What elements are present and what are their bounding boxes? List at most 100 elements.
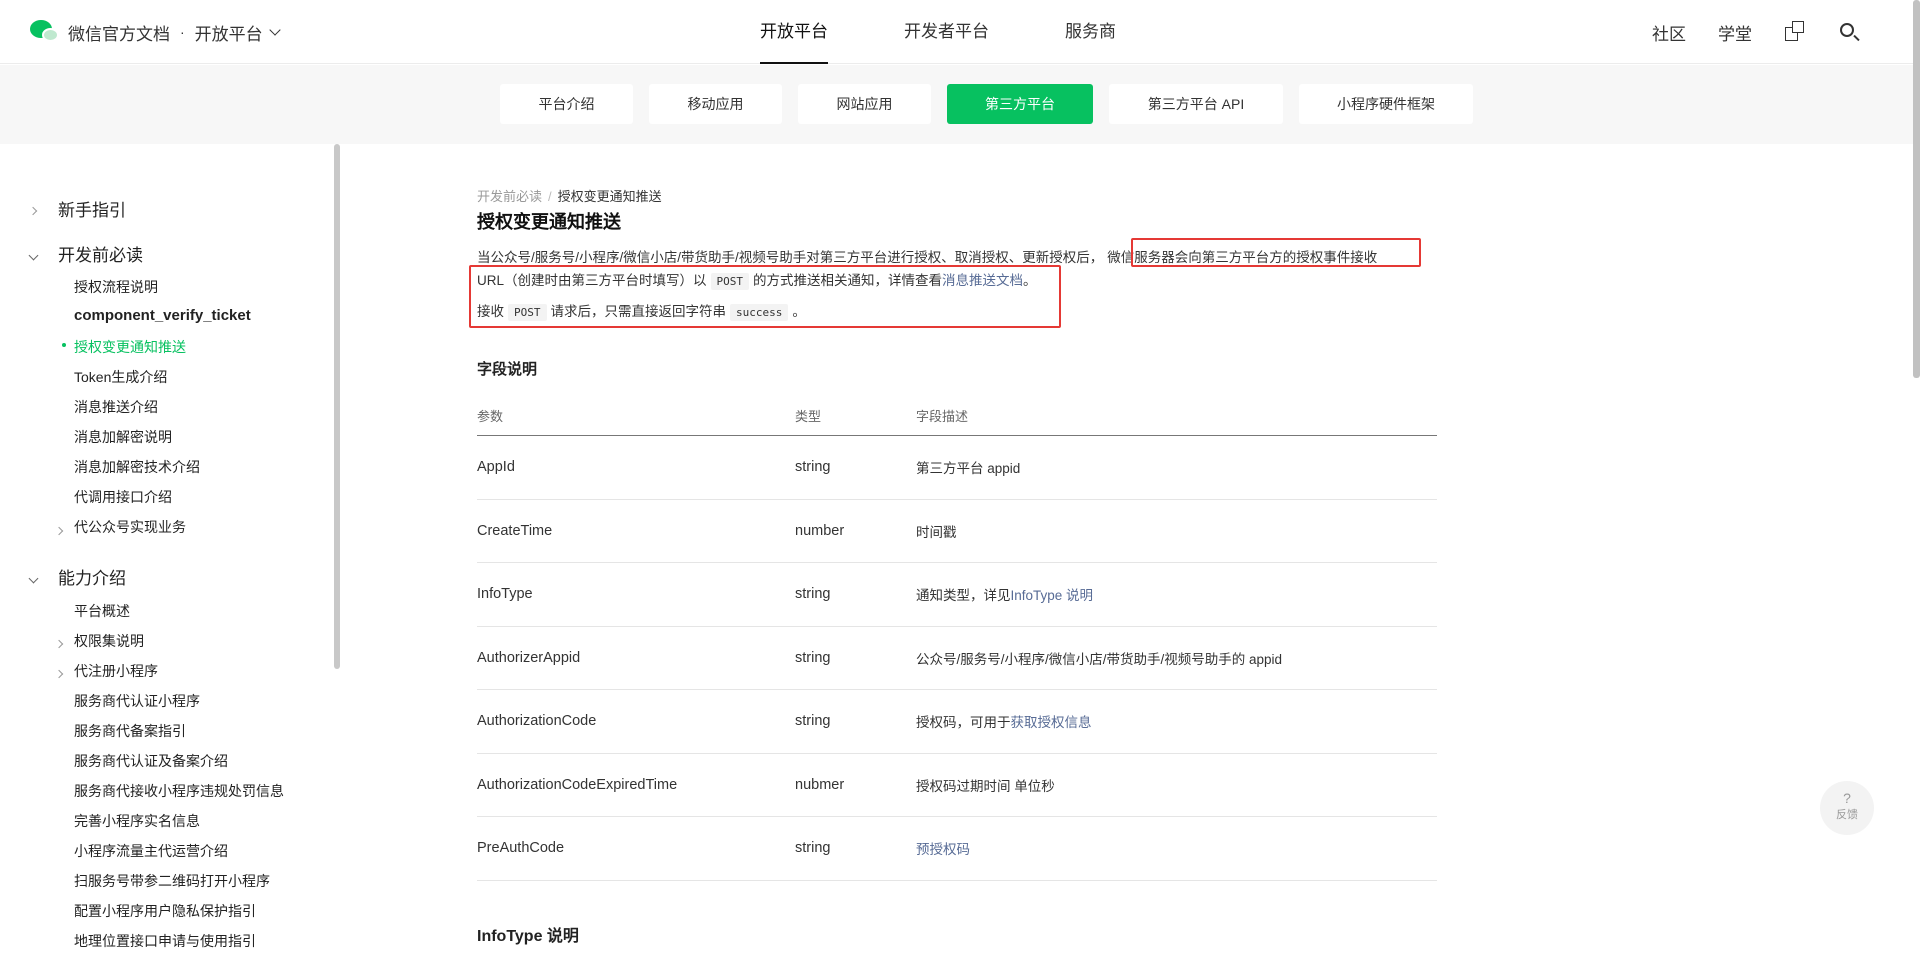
tab-platform-intro[interactable]: 平台介绍 <box>500 84 633 124</box>
right-nav: 社区 学堂 <box>1620 0 1860 64</box>
intro-text: 的方式推送相关通知，详情查看 <box>753 273 943 288</box>
sidebar-item-proxy-call[interactable]: 代调用接口介绍 <box>74 487 172 507</box>
intro-text: 当公众号/服务号/小程序/微信小店/带货助手/视频号助手对第三方平台进行授权、取… <box>477 250 1104 265</box>
sidebar-group-label: 能力介绍 <box>58 569 126 588</box>
sidebar-group-capabilities[interactable]: 能力介绍 <box>28 564 126 589</box>
response-text: 。 <box>792 304 806 319</box>
inline-code: success <box>730 304 789 321</box>
sidebar-item-auth-change-notify[interactable]: 授权变更通知推送 <box>62 337 186 357</box>
cell-desc: 授权码过期时间 单位秒 <box>916 754 1055 817</box>
sub-tabs: 平台介绍 移动应用 网站应用 第三方平台 第三方平台 API 小程序硬件框架 <box>500 84 1489 124</box>
table-row: AppId string 第三方平台 appid <box>477 436 1437 500</box>
cell-desc: 通知类型，详见 InfoType 说明 <box>916 563 1093 626</box>
sidebar-item-privacy[interactable]: 配置小程序用户隐私保护指引 <box>74 901 256 921</box>
breadcrumb-parent[interactable]: 开发前必读 <box>477 189 542 204</box>
sidebar-item-token[interactable]: Token生成介绍 <box>74 367 167 387</box>
sidebar-item-label: 授权变更通知推送 <box>74 339 186 355</box>
nav-service-provider[interactable]: 服务商 <box>1065 0 1116 64</box>
platform-switcher-label: 开放平台 <box>194 24 263 44</box>
sidebar-item-qrcode[interactable]: 扫服务号带参二维码打开小程序 <box>74 871 270 891</box>
cell-param: AuthorizerAppid <box>477 649 581 666</box>
sidebar-item-realname[interactable]: 完善小程序实名信息 <box>74 811 200 831</box>
cell-type: string <box>795 459 831 476</box>
chevron-right-icon <box>54 634 64 652</box>
sidebar-item-message-push[interactable]: 消息推送介绍 <box>74 397 158 417</box>
active-bullet-icon <box>62 343 66 347</box>
get-auth-info-link[interactable]: 获取授权信息 <box>1011 711 1092 731</box>
sidebar-item-oa-business[interactable]: 代公众号实现业务 <box>74 517 186 537</box>
sidebar-item-permissions[interactable]: 权限集说明 <box>74 631 144 651</box>
desc-text: 公众号/服务号/小程序/微信小店/带货助手/视频号助手的 appid <box>916 651 1283 667</box>
nav-open-platform[interactable]: 开放平台 <box>760 0 828 64</box>
tab-mobile-app[interactable]: 移动应用 <box>649 84 782 124</box>
sidebar-item-register-mp[interactable]: 代注册小程序 <box>74 661 158 681</box>
section-title-infotype: InfoType 说明 <box>477 928 579 945</box>
nav-developer-platform[interactable]: 开发者平台 <box>904 0 989 64</box>
tab-third-party-api[interactable]: 第三方平台 API <box>1109 84 1283 124</box>
cell-param: InfoType <box>477 586 533 603</box>
sidebar-item-filing[interactable]: 服务商代备案指引 <box>74 721 186 741</box>
response-text: 接收 <box>477 304 504 319</box>
nav-academy[interactable]: 学堂 <box>1718 20 1752 45</box>
breadcrumb-separator: / <box>548 189 552 204</box>
table-row: InfoType string 通知类型，详见 InfoType 说明 <box>477 563 1437 627</box>
developer-tools-icon[interactable] <box>1784 21 1806 43</box>
sidebar-item-auth-flow[interactable]: 授权流程说明 <box>74 277 158 297</box>
breadcrumb-current: 授权变更通知推送 <box>557 189 662 204</box>
cell-param: PreAuthCode <box>477 840 565 857</box>
inline-code: POST <box>508 304 547 321</box>
platform-switcher[interactable]: 开放平台 <box>194 20 281 45</box>
sidebar-item-traffic[interactable]: 小程序流量主代运营介绍 <box>74 841 228 861</box>
feedback-button[interactable]: ? 反馈 <box>1820 781 1874 835</box>
intro-text: 。 <box>1023 273 1037 288</box>
sidebar-item-overview[interactable]: 平台概述 <box>74 601 130 621</box>
infotype-link[interactable]: InfoType 说明 <box>1011 584 1094 604</box>
sidebar: 新手指引 开发前必读 授权流程说明 component_verify_ticke… <box>0 144 340 953</box>
table-header-desc: 字段描述 <box>916 409 969 424</box>
sidebar-item-encrypt[interactable]: 消息加解密说明 <box>74 427 172 447</box>
wechat-logo-icon <box>30 18 60 46</box>
pre-auth-code-link[interactable]: 预授权码 <box>916 838 970 858</box>
intro-paragraph-line1: 当公众号/服务号/小程序/微信小店/带货助手/视频号助手对第三方平台进行授权、取… <box>477 246 1377 266</box>
page-title: 授权变更通知推送 <box>477 212 621 232</box>
sidebar-item-verify-ticket[interactable]: component_verify_ticket <box>74 307 251 324</box>
cell-param: AuthorizationCodeExpiredTime <box>477 776 678 793</box>
tab-mini-program-hardware[interactable]: 小程序硬件框架 <box>1299 84 1473 124</box>
page-scrollbar[interactable] <box>1913 0 1920 378</box>
chevron-right-icon <box>54 521 64 539</box>
tab-website-app[interactable]: 网站应用 <box>798 84 931 124</box>
cell-param: AuthorizationCode <box>477 713 597 730</box>
chevron-right-icon <box>28 206 38 215</box>
section-title-fields: 字段说明 <box>477 361 538 378</box>
cell-desc: 时间戳 <box>916 500 957 563</box>
table-header-param: 参数 <box>477 409 504 424</box>
sidebar-item-encrypt-tech[interactable]: 消息加解密技术介绍 <box>74 457 200 477</box>
sidebar-scrollbar[interactable] <box>334 144 340 669</box>
message-push-doc-link[interactable]: 消息推送文档 <box>942 273 1023 288</box>
search-icon[interactable] <box>1838 21 1860 43</box>
breadcrumb: 开发前必读 / 授权变更通知推送 <box>477 186 662 205</box>
sidebar-item-certify-filing[interactable]: 服务商代认证及备案介绍 <box>74 751 228 771</box>
cell-desc: 第三方平台 appid <box>916 436 1020 499</box>
chevron-down-icon <box>28 573 39 583</box>
site-logo[interactable]: 微信官方文档 · 开放平台 <box>30 18 281 46</box>
desc-text: 第三方平台 appid <box>916 461 1021 477</box>
sidebar-group-before-dev[interactable]: 开发前必读 <box>28 241 143 266</box>
table-header-row: 参数 类型 字段描述 <box>477 396 1437 436</box>
fields-table: 参数 类型 字段描述 AppId string 第三方平台 appid Crea… <box>477 396 1437 881</box>
table-row: CreateTime number 时间戳 <box>477 500 1437 563</box>
table-row: AuthorizerAppid string 公众号/服务号/小程序/微信小店/… <box>477 627 1437 690</box>
intro-paragraph-line2: URL（创建时由第三方平台时填写）以 POST 的方式推送相关通知，详情查看消息推送… <box>477 269 1037 290</box>
separator-dot: · <box>180 24 185 40</box>
sidebar-item-location[interactable]: 地理位置接口申请与使用指引 <box>74 931 256 951</box>
sidebar-group-label: 开发前必读 <box>58 246 143 265</box>
sidebar-group-getting-started[interactable]: 新手指引 <box>28 196 126 221</box>
tab-third-party-platform[interactable]: 第三方平台 <box>947 84 1093 124</box>
main-nav: 开放平台 开发者平台 服务商 <box>760 0 1192 64</box>
cell-type: string <box>795 586 831 603</box>
cell-type: string <box>795 840 831 857</box>
chevron-down-icon <box>269 23 281 36</box>
sidebar-item-certify-mp[interactable]: 服务商代认证小程序 <box>74 691 200 711</box>
nav-community[interactable]: 社区 <box>1652 20 1686 45</box>
sidebar-item-violation[interactable]: 服务商代接收小程序违规处罚信息 <box>74 781 284 801</box>
